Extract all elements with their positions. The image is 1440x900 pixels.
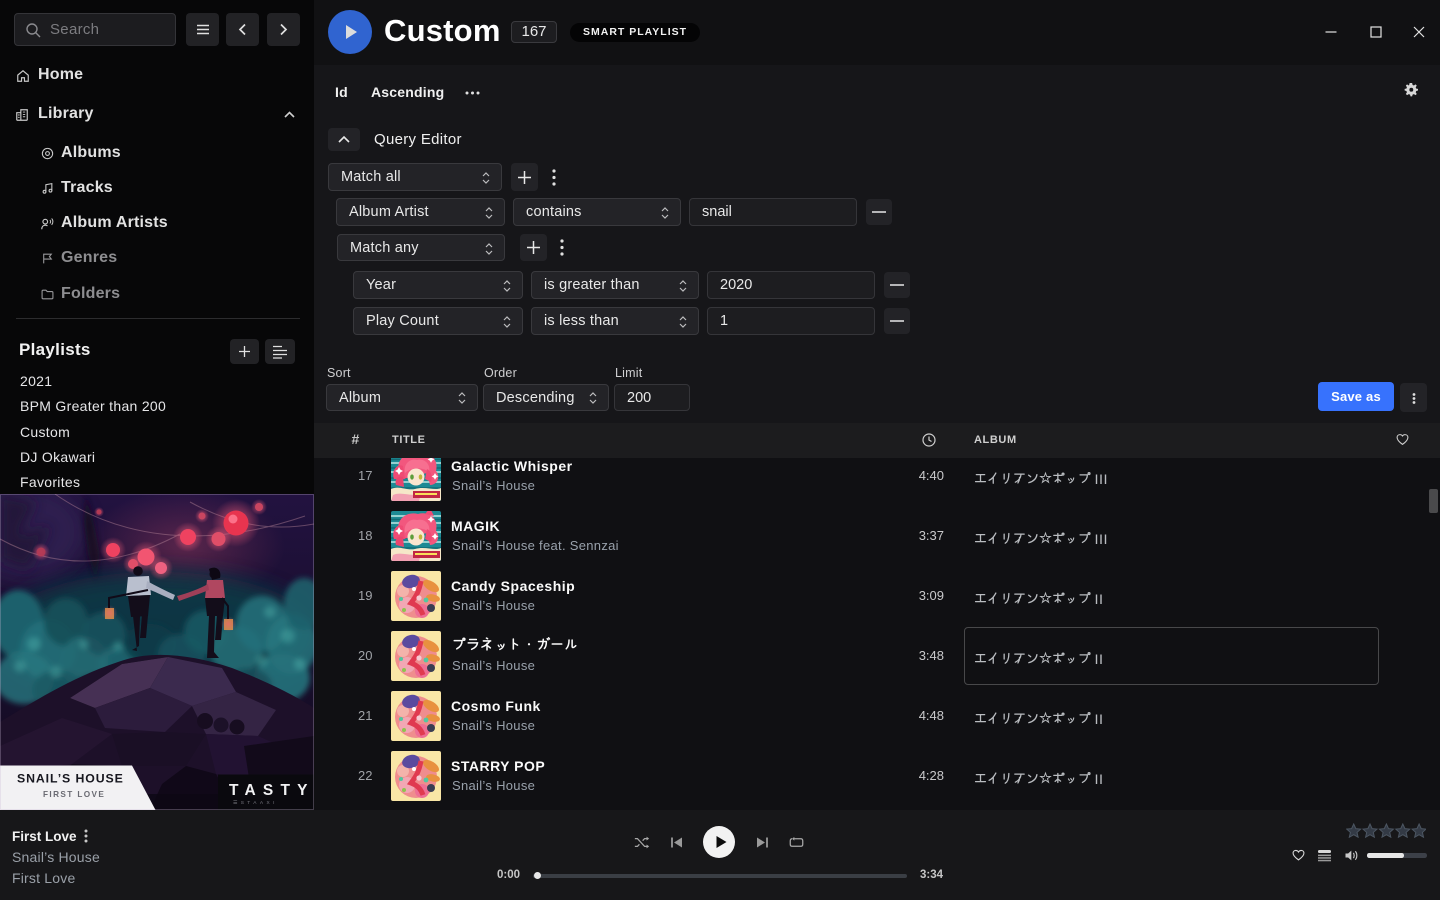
svg-text:FIRST LOVE: FIRST LOVE [43, 790, 105, 799]
svg-text:☰STAAXI: ☰STAAXI [233, 800, 278, 806]
svg-text:TASTY: TASTY [229, 782, 314, 799]
svg-text:SNAIL’S HOUSE: SNAIL’S HOUSE [17, 772, 124, 786]
